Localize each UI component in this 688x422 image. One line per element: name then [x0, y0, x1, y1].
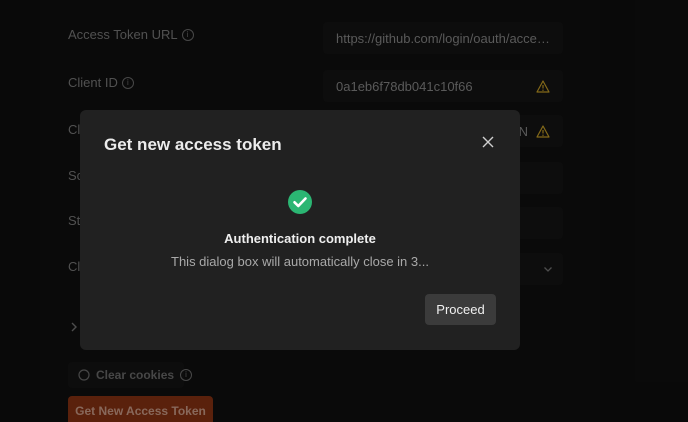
status-title: Authentication complete — [224, 231, 376, 246]
status-message: This dialog box will automatically close… — [171, 254, 429, 269]
close-button[interactable] — [478, 132, 498, 152]
proceed-label: Proceed — [436, 302, 485, 317]
dialog-title: Get new access token — [104, 135, 282, 154]
check-circle-icon — [288, 190, 312, 214]
proceed-button[interactable]: Proceed — [425, 294, 496, 325]
access-token-dialog: Get new access token Authentication comp… — [80, 110, 520, 350]
close-icon — [482, 136, 494, 148]
